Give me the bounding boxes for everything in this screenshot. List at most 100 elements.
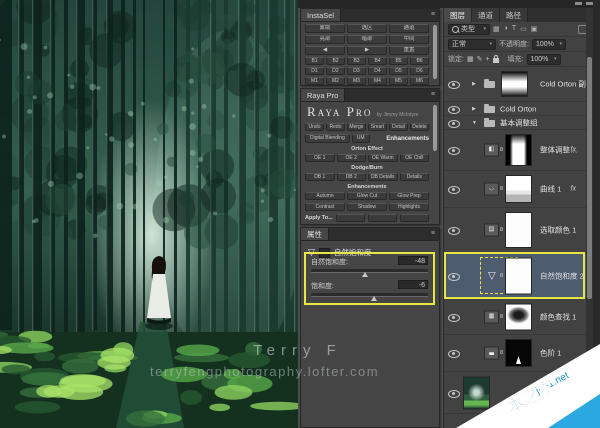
raya-effect-button[interactable]: Autumn	[305, 192, 345, 200]
slider-value-field[interactable]: -6	[398, 280, 428, 289]
raya-action-button[interactable]: Merge	[347, 123, 366, 131]
slider-value-field[interactable]: -48	[398, 256, 428, 265]
instasel-selection-button[interactable]: M1	[305, 77, 324, 85]
instasel-button[interactable]: ▶	[347, 46, 387, 55]
mask-link-icon[interactable]: 8	[500, 227, 503, 233]
filter-type-layers-icon[interactable]: T	[512, 25, 516, 33]
layer-group-expander-icon[interactable]: ▼	[472, 120, 477, 126]
slider-thumb[interactable]	[362, 272, 368, 277]
mask-link-icon[interactable]: 8	[500, 147, 503, 153]
raya-effect-button[interactable]: Details	[400, 173, 430, 181]
mask-thumbnail[interactable]	[506, 304, 531, 329]
instasel-selection-button[interactable]: M3	[347, 77, 366, 85]
instasel-selection-button[interactable]: D3	[347, 67, 366, 75]
instasel-selection-button[interactable]: D5	[389, 67, 408, 75]
raya-pro-tab[interactable]: Raya Pro	[301, 89, 345, 101]
visibility-eye-icon[interactable]	[448, 106, 460, 114]
raya-tab-digital-blending[interactable]: Digital Blending	[305, 134, 350, 143]
blend-mode-dropdown[interactable]: 正常▾	[448, 39, 496, 50]
instasel-selection-button[interactable]: M6	[410, 77, 429, 85]
mask-thumbnail[interactable]	[502, 72, 527, 96]
instasel-selection-button[interactable]: B1	[305, 57, 324, 65]
instasel-selection-button[interactable]: M2	[326, 77, 345, 85]
filter-type-dropdown[interactable]: 类型 ▾	[448, 24, 490, 35]
raya-effect-button[interactable]: OE Chill	[400, 154, 430, 162]
instasel-button[interactable]: 亮部	[305, 35, 345, 44]
layer-row-曲线 1[interactable]: ◡8曲线 1fx	[444, 171, 586, 208]
instasel-selection-button[interactable]: B2	[326, 57, 345, 65]
panel-collapse-icon[interactable]	[575, 2, 582, 5]
instasel-button[interactable]: 重置	[389, 46, 429, 55]
raya-effect-button[interactable]: Contrast	[305, 203, 345, 211]
raya-effect-button[interactable]: OE 2	[337, 154, 367, 162]
visibility-eye-icon[interactable]	[448, 314, 460, 322]
mask-link-icon[interactable]: 8	[500, 314, 503, 320]
visibility-eye-icon[interactable]	[448, 273, 460, 281]
layers-panel-tab-路径[interactable]: 路径	[500, 8, 528, 22]
layer-row-自然饱和度 2[interactable]: ▽8自然饱和度 2	[444, 253, 586, 299]
fill-dropdown[interactable]: 100%▾	[527, 54, 561, 65]
layer-row-Cold Orton 副本[interactable]: ▶Cold Orton 副本	[444, 67, 586, 102]
mask-link-icon[interactable]: 8	[500, 186, 503, 192]
filter-adjustment-layers-icon[interactable]: ◑	[504, 25, 508, 33]
apply-target-button[interactable]	[336, 214, 365, 222]
visibility-eye-icon[interactable]	[448, 81, 460, 89]
instasel-selection-button[interactable]: D6	[410, 67, 429, 75]
layer-row-选取颜色 1[interactable]: ▤8选取颜色 1	[444, 208, 586, 253]
raya-action-button[interactable]: Redo	[326, 123, 345, 131]
instasel-selection-button[interactable]: D1	[305, 67, 324, 75]
apply-target-button[interactable]	[368, 214, 397, 222]
mask-thumbnail[interactable]	[506, 135, 531, 165]
opacity-dropdown[interactable]: 100%▾	[532, 39, 566, 50]
layer-row-颜色查找 1[interactable]: ▦8颜色查找 1	[444, 299, 586, 335]
panel-menu-icon[interactable]: ≡	[431, 9, 439, 21]
instasel-selection-button[interactable]: D2	[326, 67, 345, 75]
properties-tab[interactable]: 属性	[301, 228, 329, 240]
raya-tab-enhancements[interactable]: Enhancements	[386, 136, 429, 142]
mask-thumbnail[interactable]	[506, 213, 531, 247]
visibility-eye-icon[interactable]	[448, 227, 460, 235]
raya-effect-button[interactable]: Glow Cut	[347, 192, 387, 200]
panel-menu-icon[interactable]: ≡	[431, 89, 439, 101]
raya-effect-button[interactable]: DB 1	[305, 173, 335, 181]
raya-effect-button[interactable]: OE 1	[305, 154, 335, 162]
filter-shape-layers-icon[interactable]: ▭	[520, 25, 527, 33]
instasel-selection-button[interactable]: D4	[368, 67, 387, 75]
lock-pixels-icon[interactable]: ✎	[477, 55, 483, 63]
scrollbar-thumb[interactable]	[587, 57, 592, 299]
instasel-tab[interactable]: InstaSel	[301, 9, 341, 21]
slider-thumb[interactable]	[371, 296, 377, 301]
layer-row-基本调整组[interactable]: ▼基本调整组	[444, 116, 586, 130]
layer-row-Cold Orton[interactable]: ▶Cold Orton	[444, 102, 586, 116]
instasel-button[interactable]: 蒙版	[305, 24, 345, 33]
instasel-button[interactable]: ◀	[305, 46, 345, 55]
mask-thumbnail[interactable]	[506, 176, 531, 202]
lock-all-icon[interactable]	[493, 58, 499, 63]
raya-effect-button[interactable]: OE Warm	[368, 154, 398, 162]
raya-effect-button[interactable]: DB 2	[337, 173, 367, 181]
instasel-button[interactable]: 中间	[389, 35, 429, 44]
raya-tab-um[interactable]: UM	[352, 134, 370, 143]
raya-effect-button[interactable]: Highlights	[389, 203, 429, 211]
layer-row-整体调整…[interactable]: ◧8整体调整…fx	[444, 130, 586, 171]
visibility-eye-icon[interactable]	[448, 186, 460, 194]
instasel-selection-button[interactable]: M4	[368, 77, 387, 85]
instasel-selection-button[interactable]: M5	[389, 77, 408, 85]
instasel-button[interactable]: 选区	[347, 24, 387, 33]
slider-track[interactable]	[311, 293, 428, 297]
layer-group-expander-icon[interactable]: ▶	[472, 81, 476, 87]
instasel-selection-button[interactable]: B6	[410, 57, 429, 65]
panel-collapse-icon[interactable]	[586, 2, 593, 5]
panel-menu-icon[interactable]: ≡	[431, 228, 439, 240]
scrollbar-thumb[interactable]	[433, 105, 437, 151]
raya-action-button[interactable]: Smart	[368, 123, 387, 131]
visibility-eye-icon[interactable]	[448, 120, 460, 128]
lock-transparency-icon[interactable]: ▦	[467, 55, 474, 63]
apply-target-button[interactable]	[400, 214, 429, 222]
raya-action-button[interactable]: Detail	[389, 123, 408, 131]
layers-panel-tab-通道[interactable]: 通道	[472, 8, 500, 22]
instasel-selection-button[interactable]: B5	[389, 57, 408, 65]
instasel-button[interactable]: 通道	[389, 24, 429, 33]
mask-thumbnail[interactable]	[506, 258, 531, 293]
filter-smart-objects-icon[interactable]: ▣	[531, 25, 538, 33]
